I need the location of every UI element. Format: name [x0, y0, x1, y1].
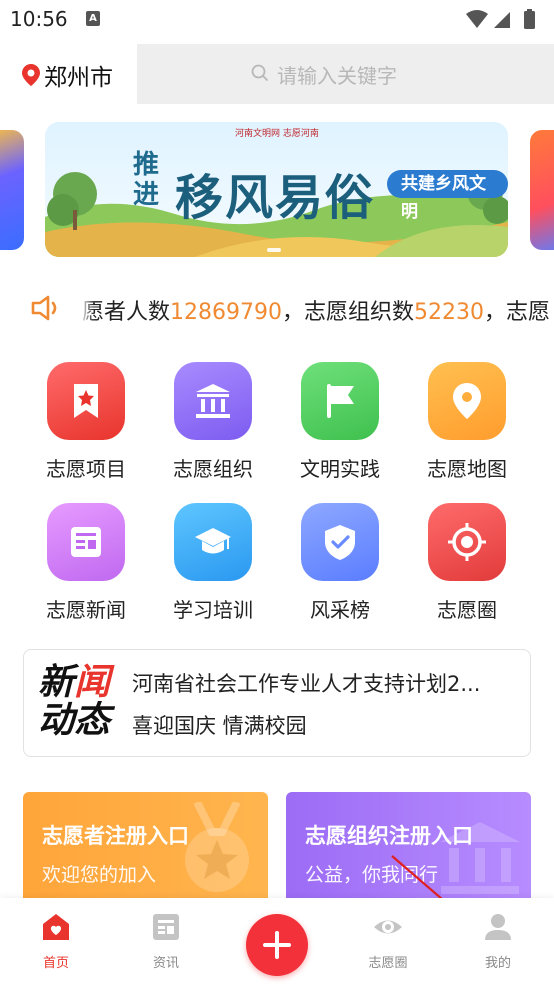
system-icons — [466, 9, 535, 29]
signal-icon — [494, 12, 510, 28]
grid-item-volunteer-projects[interactable]: 志愿项目 — [31, 362, 141, 482]
home-heart-icon — [43, 914, 69, 940]
stats-marquee: 愿者人数12869790，志愿组织数52230，志愿 — [0, 288, 554, 328]
news-logo: 新闻 动态 — [38, 662, 111, 741]
header: 郑州市 请输入关键字 — [0, 44, 554, 104]
search-input[interactable]: 请输入关键字 — [137, 44, 554, 104]
news-item[interactable]: 喜迎国庆 情满校园 — [132, 710, 307, 740]
tab-label: 资讯 — [152, 956, 179, 971]
graduation-cap-icon — [174, 503, 252, 581]
grid-item-volunteer-news[interactable]: 志愿新闻 — [31, 503, 141, 623]
grid-label: 志愿地图 — [427, 457, 507, 481]
grid-label: 志愿圈 — [437, 598, 497, 622]
grid-item-civilization-practice[interactable]: 文明实践 — [285, 362, 395, 482]
card-title: 志愿组织注册入口 — [305, 824, 473, 848]
news-icon — [153, 914, 179, 940]
banner-prev-slide[interactable] — [0, 130, 24, 250]
grid-item-training[interactable]: 学习培训 — [158, 503, 268, 623]
tab-label: 我的 — [484, 956, 511, 971]
banner-source: 河南文明网 志愿河南 — [235, 129, 319, 139]
search-placeholder: 请输入关键字 — [277, 64, 397, 88]
marquee-text: 愿者人数12869790，志愿组织数52230，志愿 — [82, 300, 551, 325]
grid-item-volunteer-organizations[interactable]: 志愿组织 — [158, 362, 268, 482]
card-title: 志愿者注册入口 — [42, 824, 189, 848]
tab-home[interactable]: 首页 — [16, 912, 96, 974]
add-button[interactable] — [246, 914, 308, 976]
card-subtitle: 欢迎您的加入 — [42, 864, 157, 886]
banner-title: 移风易俗 — [175, 170, 376, 226]
tab-label: 首页 — [42, 956, 69, 971]
tab-news[interactable]: 资讯 — [126, 912, 206, 974]
tab-mine[interactable]: 我的 — [458, 912, 538, 974]
battery-icon — [524, 11, 535, 29]
map-pin-icon — [428, 362, 506, 440]
city-selector[interactable]: 郑州市 — [44, 58, 113, 92]
status-time: 10:56 — [10, 7, 68, 31]
tab-label: 志愿圈 — [368, 956, 408, 971]
grid-label: 学习培训 — [173, 598, 253, 622]
banner-tag: 共建乡风文明 — [387, 170, 508, 222]
banner-next-slide[interactable] — [530, 130, 554, 250]
volunteer-register-card[interactable]: 志愿者注册入口 欢迎您的加入 — [23, 792, 268, 912]
grid-label: 文明实践 — [300, 457, 380, 481]
flag-icon — [301, 362, 379, 440]
medal-icon — [185, 802, 249, 892]
wifi-icon — [466, 10, 488, 28]
grid-label: 志愿组织 — [173, 457, 253, 481]
newspaper-icon — [47, 503, 125, 581]
bookmark-icon — [47, 362, 125, 440]
tab-volunteer-circle[interactable]: 志愿圈 — [348, 912, 428, 974]
banner-title-small: 推进 — [133, 150, 160, 210]
location-pin-icon[interactable] — [22, 64, 40, 86]
target-icon — [428, 503, 506, 581]
grid-label: 志愿项目 — [46, 457, 126, 481]
search-icon — [251, 64, 269, 82]
grid-label: 志愿新闻 — [46, 598, 126, 622]
grid-label: 风采榜 — [310, 598, 370, 622]
grid-item-volunteer-map[interactable]: 志愿地图 — [412, 362, 522, 482]
grid-item-volunteer-circle[interactable]: 志愿圈 — [412, 503, 522, 623]
speaker-icon — [31, 295, 57, 321]
organization-count: 52230 — [414, 300, 485, 325]
news-panel: 新闻 动态 河南省社会工作专业人才支持计划2... 喜迎国庆 情满校园 — [23, 649, 531, 757]
news-item[interactable]: 河南省社会工作专业人才支持计划2... — [132, 668, 518, 698]
carousel-indicator — [267, 237, 285, 256]
volunteer-count: 12869790 — [170, 300, 282, 325]
notification-icon: A — [86, 11, 100, 26]
status-bar: 10:56 A — [0, 0, 554, 38]
shield-check-icon — [301, 503, 379, 581]
banner-slide[interactable]: 河南文明网 志愿河南 推进 移风易俗 共建乡风文明 — [45, 122, 508, 257]
grid-item-ranking[interactable]: 风采榜 — [285, 503, 395, 623]
eye-icon — [374, 920, 402, 934]
user-icon — [485, 914, 511, 940]
building-icon — [174, 362, 252, 440]
